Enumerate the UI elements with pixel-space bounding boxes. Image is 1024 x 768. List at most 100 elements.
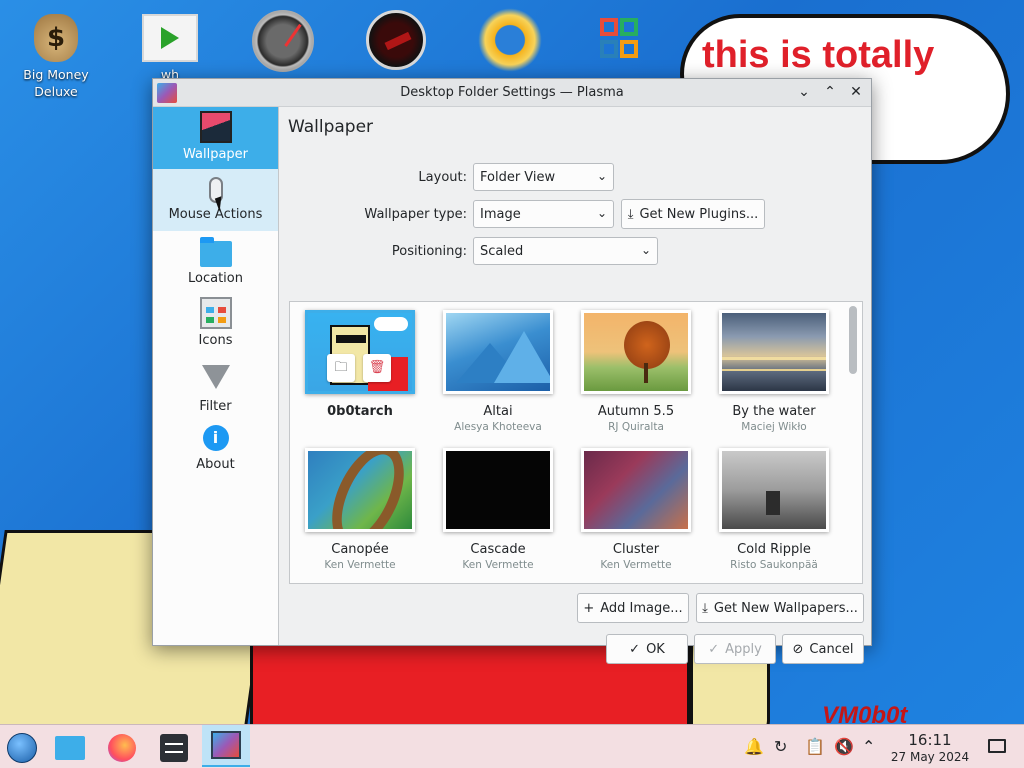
layout-select[interactable]: Folder View ⌄ (473, 163, 614, 191)
wallpaper-grid: 🗀 🗑 0b0tarch Altai Alesya Khoteeva Autum… (289, 301, 863, 584)
wallpaper-name: Cluster (612, 542, 660, 557)
settings-dialog: Desktop Folder Settings — Plasma ⌄ ⌃ ✕ W… (152, 78, 872, 664)
get-new-wallpapers-button[interactable]: ⤓ Get New Wallpapers... (696, 593, 864, 623)
wallpaper-author: Risto Saukonpää (730, 559, 818, 571)
wallpaper-tile[interactable]: Cascade Ken Vermette (433, 448, 563, 571)
sidebar-item-location[interactable]: Location (153, 231, 278, 293)
sidebar-item-label: Mouse Actions (168, 207, 263, 222)
notifications-icon[interactable]: 🔔 (744, 737, 764, 756)
updates-icon[interactable]: ↻ (774, 737, 787, 756)
wallpaper-type-label: Wallpaper type: (364, 206, 467, 222)
positioning-value: Scaled (480, 243, 524, 259)
scrollbar-handle[interactable] (849, 306, 857, 374)
sidebar-item-label: Icons (198, 333, 233, 348)
wallpaper-name: 0b0tarch (327, 404, 393, 419)
volume-muted-icon[interactable]: 🔇 (834, 737, 854, 756)
expand-tray-icon[interactable]: ⌃ (862, 737, 875, 756)
sidebar-item-label: Location (188, 271, 243, 286)
wallpaper-author: Alesya Khoteeva (454, 421, 542, 433)
get-new-wallpapers-label: Get New Wallpapers... (713, 600, 858, 616)
firefox-button[interactable] (104, 731, 140, 765)
positioning-row: Positioning: Scaled ⌄ (280, 237, 658, 265)
sidebar-item-label: Wallpaper (182, 147, 249, 162)
wallpaper-name: Cold Ripple (737, 542, 811, 557)
close-icon[interactable]: ✕ (847, 83, 865, 101)
colorful-squares-icon[interactable] (600, 18, 640, 60)
wallpaper-type-value: Image (480, 206, 521, 222)
cancel-label: Cancel (809, 641, 854, 657)
settings-sidebar: Wallpaper Mouse Actions Location Icons F… (153, 107, 279, 645)
sidebar-item-label: About (196, 457, 235, 472)
wallpaper-type-row: Wallpaper type: Image ⌄ ⤓ Get New Plugin… (280, 199, 765, 229)
download-icon: ⤓ (702, 600, 708, 616)
sidebar-item-about[interactable]: i About (153, 417, 278, 479)
wallpaper-author: Ken Vermette (462, 559, 534, 571)
settings-content: Wallpaper Layout: Folder View ⌄ Wallpape… (280, 107, 871, 664)
system-settings-icon (160, 734, 188, 762)
money-bag-icon: $ (34, 14, 78, 62)
wallpaper-tile[interactable]: Cold Ripple Risto Saukonpää (709, 448, 839, 571)
sidebar-item-wallpaper[interactable]: Wallpaper (153, 107, 278, 169)
chevron-down-icon: ⌄ (596, 206, 607, 220)
dark-disc-icon[interactable] (366, 10, 426, 70)
wallpaper-tile[interactable]: Canopée Ken Vermette (295, 448, 425, 571)
wallpaper-type-select[interactable]: Image ⌄ (473, 200, 614, 228)
positioning-select[interactable]: Scaled ⌄ (473, 237, 658, 265)
start-menu-button[interactable] (4, 731, 40, 765)
page-title: Wallpaper (288, 117, 374, 137)
sidebar-item-icons[interactable]: Icons (153, 293, 278, 355)
chevron-down-icon[interactable]: ⌄ (795, 83, 813, 101)
chevron-up-icon[interactable]: ⌃ (821, 83, 839, 101)
checkmark-icon: ✓ (629, 641, 641, 657)
ok-button[interactable]: ✓ OK (606, 634, 688, 664)
positioning-label: Positioning: (391, 243, 467, 259)
desktop-icon-big-money[interactable]: $ Big Money Deluxe (8, 4, 104, 100)
folder-icon (199, 237, 232, 267)
wallpaper-name: By the water (732, 404, 816, 419)
wallpaper-icon (199, 111, 232, 143)
wallpaper-author: Ken Vermette (600, 559, 672, 571)
taskbar: 🔔 ↻ 📋 🔇 ⌃ 16:11 27 May 2024 (0, 724, 1024, 768)
chevron-down-icon: ⌄ (596, 169, 607, 183)
trash-icon[interactable]: 🗑 (363, 354, 391, 382)
open-folder-icon[interactable]: 🗀 (327, 354, 355, 382)
wallpaper-tile[interactable]: Altai Alesya Khoteeva (433, 310, 563, 433)
wallpaper-author: Maciej Wikło (741, 421, 807, 433)
wallpaper-tile[interactable]: Autumn 5.5 RJ Quiralta (571, 310, 701, 433)
chevron-down-icon: ⌄ (640, 243, 651, 257)
wallpaper-tile[interactable]: Cluster Ken Vermette (571, 448, 701, 571)
desktop-settings-icon (211, 731, 241, 759)
clock-date: 27 May 2024 (890, 750, 970, 764)
system-settings-button[interactable] (156, 731, 192, 765)
apply-button[interactable]: ✓ Apply (694, 634, 776, 664)
wallpaper-author: Ken Vermette (324, 559, 396, 571)
clock[interactable]: 16:11 27 May 2024 (888, 732, 972, 765)
sidebar-item-filter[interactable]: Filter (153, 355, 278, 417)
wallpaper-name: Altai (483, 404, 513, 419)
file-manager-button[interactable] (52, 731, 88, 765)
download-icon: ⤓ (627, 206, 634, 222)
watermark-text: VM0b0t (822, 702, 908, 724)
wallpaper-name: Canopée (331, 542, 389, 557)
show-desktop-button[interactable] (988, 739, 1006, 753)
layout-row: Layout: Folder View ⌄ (280, 163, 614, 191)
desktop-settings-task[interactable] (202, 725, 250, 767)
checkmark-icon: ✓ (708, 641, 720, 657)
sidebar-item-label: Filter (199, 399, 232, 414)
grid-scrollbar[interactable] (848, 306, 858, 578)
layout-label: Layout: (418, 169, 467, 185)
sun-globe-icon[interactable] (478, 8, 542, 72)
video-player-icon (142, 14, 198, 62)
wallpaper-tile[interactable]: 🗀 🗑 0b0tarch (295, 310, 425, 419)
cancel-button[interactable]: ⊘ Cancel (782, 634, 864, 664)
title-bar[interactable]: Desktop Folder Settings — Plasma ⌄ ⌃ ✕ (153, 79, 871, 107)
add-image-label: Add Image... (600, 600, 683, 616)
speedometer-icon[interactable] (252, 10, 314, 72)
add-image-button[interactable]: + Add Image... (577, 593, 689, 623)
wallpaper-tile[interactable]: By the water Maciej Wikło (709, 310, 839, 433)
get-new-plugins-button[interactable]: ⤓ Get New Plugins... (621, 199, 765, 229)
filter-icon (201, 365, 230, 389)
plus-icon: + (583, 600, 595, 616)
apply-label: Apply (725, 641, 762, 657)
clipboard-icon[interactable]: 📋 (805, 737, 825, 756)
